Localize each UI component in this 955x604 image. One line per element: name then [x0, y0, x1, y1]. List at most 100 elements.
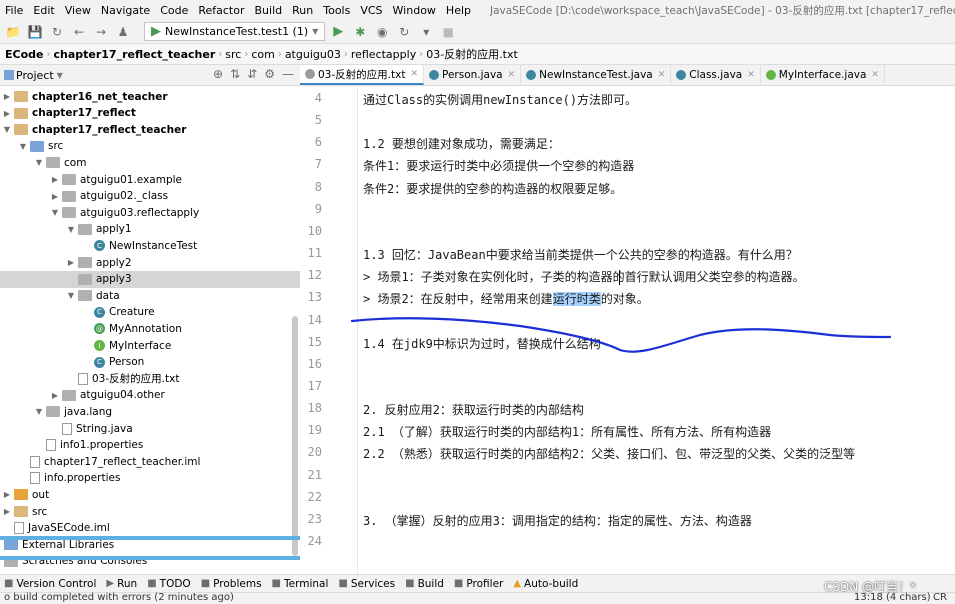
save-icon[interactable]: 💾	[26, 23, 44, 41]
collapsed-arrow-icon[interactable]: ▶	[50, 391, 60, 400]
tree-item[interactable]: C NewInstanceTest	[82, 237, 197, 254]
close-icon[interactable]: ✕	[658, 70, 666, 80]
tool-window-services[interactable]: ■ Services	[338, 578, 395, 590]
tree-item[interactable]: ▼ atguigu03.reflectapply	[50, 204, 199, 221]
tree-item[interactable]: String.java	[50, 420, 133, 437]
tree-item[interactable]: ▶ atguigu01.example	[50, 171, 182, 188]
collapsed-arrow-icon[interactable]: ▶	[2, 109, 12, 118]
gear-icon[interactable]: ⚙	[264, 67, 275, 81]
line-separator[interactable]: CR	[933, 592, 947, 603]
expanded-arrow-icon[interactable]: ▼	[34, 158, 44, 167]
expanded-arrow-icon[interactable]: ▼	[66, 291, 76, 300]
breadcrumb-item[interactable]: ECode	[2, 48, 46, 61]
run-icon[interactable]: ▶	[329, 23, 347, 41]
chevron-down-icon[interactable]: ▼	[57, 71, 63, 80]
tree-item[interactable]: ▶ atguigu04.other	[50, 387, 165, 404]
project-panel-title[interactable]: Project	[16, 69, 54, 82]
stop-icon[interactable]: ■	[439, 23, 457, 41]
tree-item[interactable]: ▶ apply2	[66, 254, 132, 271]
tree-item[interactable]: JavaSECode.iml	[2, 520, 110, 537]
editor-tab[interactable]: Person.java ✕	[424, 65, 522, 85]
tool-window-todo[interactable]: ■ TODO	[147, 578, 190, 590]
expand-all-icon[interactable]: ⇵	[247, 67, 257, 81]
tree-item[interactable]: ▼ java.lang	[34, 403, 112, 420]
folder-open-icon[interactable]: 📁	[4, 23, 22, 41]
menu-edit[interactable]: Edit	[28, 4, 59, 17]
tool-window-build[interactable]: ■ Build	[405, 578, 444, 590]
debug-icon[interactable]: ✱	[351, 23, 369, 41]
editor-tab[interactable]: Class.java ✕	[671, 65, 761, 85]
close-icon[interactable]: ✕	[508, 70, 516, 80]
profile-icon[interactable]: ↻	[395, 23, 413, 41]
run-configuration-select[interactable]: ▶ NewInstanceTest.test1 (1) ▼	[144, 22, 326, 41]
tree-item[interactable]: info1.properties	[34, 437, 143, 454]
tree-item[interactable]: info.properties	[18, 470, 120, 487]
tree-item[interactable]: @ MyAnnotation	[82, 320, 182, 337]
user-icon[interactable]: ♟	[114, 23, 132, 41]
tree-item[interactable]: ▶ out	[2, 486, 49, 503]
menu-vcs[interactable]: VCS	[355, 4, 387, 17]
tree-item[interactable]: apply3	[66, 271, 132, 288]
close-icon[interactable]: ✕	[747, 70, 755, 80]
tree-item[interactable]: 03-反射的应用.txt	[66, 370, 179, 387]
tree-item[interactable]: C Person	[82, 354, 144, 371]
menu-run[interactable]: Run	[287, 4, 318, 17]
tool-window-auto-build[interactable]: ▲ Auto-build	[513, 578, 578, 590]
breadcrumb-item[interactable]: reflectapply	[348, 48, 419, 61]
forward-icon[interactable]: →	[92, 23, 110, 41]
breadcrumb-item[interactable]: 03-反射的应用.txt	[423, 46, 521, 62]
tree-scrollbar[interactable]	[292, 316, 298, 556]
tree-item[interactable]: chapter17_reflect_teacher.iml	[18, 453, 200, 470]
close-icon[interactable]: ✕	[871, 70, 879, 80]
breadcrumb-item[interactable]: chapter17_reflect_teacher	[50, 48, 218, 61]
tool-window-terminal[interactable]: ■ Terminal	[272, 578, 329, 590]
collapsed-arrow-icon[interactable]: ▶	[66, 258, 76, 267]
menu-view[interactable]: View	[60, 4, 96, 17]
close-icon[interactable]: ✕	[410, 69, 418, 79]
collapsed-arrow-icon[interactable]: ▶	[50, 192, 60, 201]
menu-window[interactable]: Window	[388, 4, 441, 17]
tree-item[interactable]: ▶ chapter17_reflect	[2, 105, 136, 122]
hide-icon[interactable]: —	[282, 67, 294, 81]
menu-refactor[interactable]: Refactor	[193, 4, 249, 17]
tool-window-run[interactable]: ▶ Run	[106, 578, 137, 590]
expanded-arrow-icon[interactable]: ▼	[66, 225, 76, 234]
menu-build[interactable]: Build	[250, 4, 288, 17]
editor-tab[interactable]: MyInterface.java ✕	[761, 65, 885, 85]
collapsed-arrow-icon[interactable]: ▶	[2, 507, 12, 516]
expanded-arrow-icon[interactable]: ▼	[18, 142, 28, 151]
collapsed-arrow-icon[interactable]: ▶	[50, 175, 60, 184]
tool-window-profiler[interactable]: ■ Profiler	[454, 578, 503, 590]
more-run-icon[interactable]: ▾	[417, 23, 435, 41]
tool-window-problems[interactable]: ■ Problems	[201, 578, 262, 590]
tree-item[interactable]: ▼ com	[34, 154, 87, 171]
text-editor[interactable]: 通过Class的实例调用newInstance()方法即可。 1.2 要想创建对象…	[358, 86, 955, 574]
tree-item[interactable]: ▼ src	[18, 138, 63, 155]
coverage-icon[interactable]: ◉	[373, 23, 391, 41]
tree-item[interactable]: ▼ data	[66, 287, 120, 304]
expanded-arrow-icon[interactable]: ▼	[50, 208, 60, 217]
back-icon[interactable]: ←	[70, 23, 88, 41]
menu-tools[interactable]: Tools	[318, 4, 355, 17]
collapse-all-icon[interactable]: ⇅	[230, 67, 240, 81]
collapsed-arrow-icon[interactable]: ▶	[2, 92, 12, 101]
tree-item[interactable]: ▼ chapter17_reflect_teacher	[2, 121, 186, 138]
tree-item[interactable]: ▶ chapter16_net_teacher	[2, 88, 168, 105]
locate-icon[interactable]: ⊕	[213, 67, 223, 81]
menu-help[interactable]: Help	[441, 4, 476, 17]
breadcrumb-item[interactable]: com	[248, 48, 278, 61]
breadcrumb-item[interactable]: atguigu03	[282, 48, 344, 61]
refresh-icon[interactable]: ↻	[48, 23, 66, 41]
tree-item[interactable]: I MyInterface	[82, 337, 171, 354]
menu-code[interactable]: Code	[155, 4, 193, 17]
tree-item[interactable]: ▼ apply1	[66, 221, 132, 238]
menu-navigate[interactable]: Navigate	[96, 4, 155, 17]
collapsed-arrow-icon[interactable]: ▶	[2, 490, 12, 499]
tree-item[interactable]: ▶ src	[2, 503, 47, 520]
breadcrumb-item[interactable]: src	[222, 48, 244, 61]
tree-item[interactable]: C Creature	[82, 304, 155, 321]
expanded-arrow-icon[interactable]: ▼	[2, 125, 12, 134]
menu-file[interactable]: File	[0, 4, 28, 17]
tool-window-version-control[interactable]: ■ Version Control	[4, 578, 96, 590]
editor-tab[interactable]: 03-反射的应用.txt ✕	[300, 65, 424, 85]
